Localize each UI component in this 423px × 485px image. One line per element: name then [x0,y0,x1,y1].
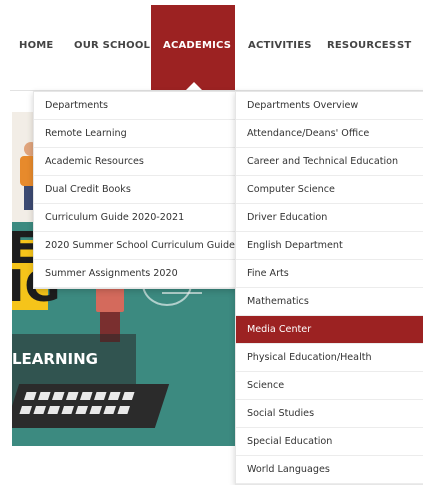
submenu-item-world-languages[interactable]: World Languages [236,456,423,484]
submenu-item-mathematics[interactable]: Mathematics [236,288,423,316]
illustration-sketch-line [162,292,202,294]
menu-item-curriculum-guide[interactable]: Curriculum Guide 2020-2021 [34,204,236,232]
submenu-item-social-studies[interactable]: Social Studies [236,400,423,428]
menu-item-dual-credit-books[interactable]: Dual Credit Books [34,176,236,204]
menu-item-academic-resources[interactable]: Academic Resources [34,148,236,176]
nav-resources[interactable]: RESOURCES [327,40,396,51]
submenu-item-special-education[interactable]: Special Education [236,428,423,456]
submenu-item-fine-arts[interactable]: Fine Arts [236,260,423,288]
submenu-item-media-center[interactable]: Media Center [236,316,423,344]
top-navigation: HOME OUR SCHOOL ACADEMICS ACTIVITIES RES… [0,0,423,90]
nav-st-truncated[interactable]: ST [397,40,411,51]
submenu-item-driver-education[interactable]: Driver Education [236,204,423,232]
nav-activities[interactable]: ACTIVITIES [248,40,312,51]
submenu-item-departments-overview[interactable]: Departments Overview [236,92,423,120]
departments-submenu: Departments Overview Attendance/Deans' O… [235,91,423,485]
dropdown-caret-icon [186,82,202,90]
submenu-item-english[interactable]: English Department [236,232,423,260]
academics-dropdown-menu: Departments Remote Learning Academic Res… [33,91,237,289]
submenu-item-computer-science[interactable]: Computer Science [236,176,423,204]
menu-item-departments[interactable]: Departments [34,92,236,120]
submenu-item-career-technical[interactable]: Career and Technical Education [236,148,423,176]
nav-academics[interactable]: ACADEMICS [163,40,231,51]
submenu-item-physical-education[interactable]: Physical Education/Health [236,344,423,372]
submenu-item-attendance[interactable]: Attendance/Deans' Office [236,120,423,148]
menu-item-summer-assignments[interactable]: Summer Assignments 2020 [34,260,236,288]
nav-home[interactable]: HOME [19,40,53,51]
illustration-keyboard [12,384,170,428]
nav-our-school[interactable]: OUR SCHOOL [74,40,150,51]
hero-caption-text: LEARNING [12,350,98,368]
submenu-item-science[interactable]: Science [236,372,423,400]
menu-item-summer-school-guide[interactable]: 2020 Summer School Curriculum Guide [34,232,236,260]
menu-item-remote-learning[interactable]: Remote Learning [34,120,236,148]
